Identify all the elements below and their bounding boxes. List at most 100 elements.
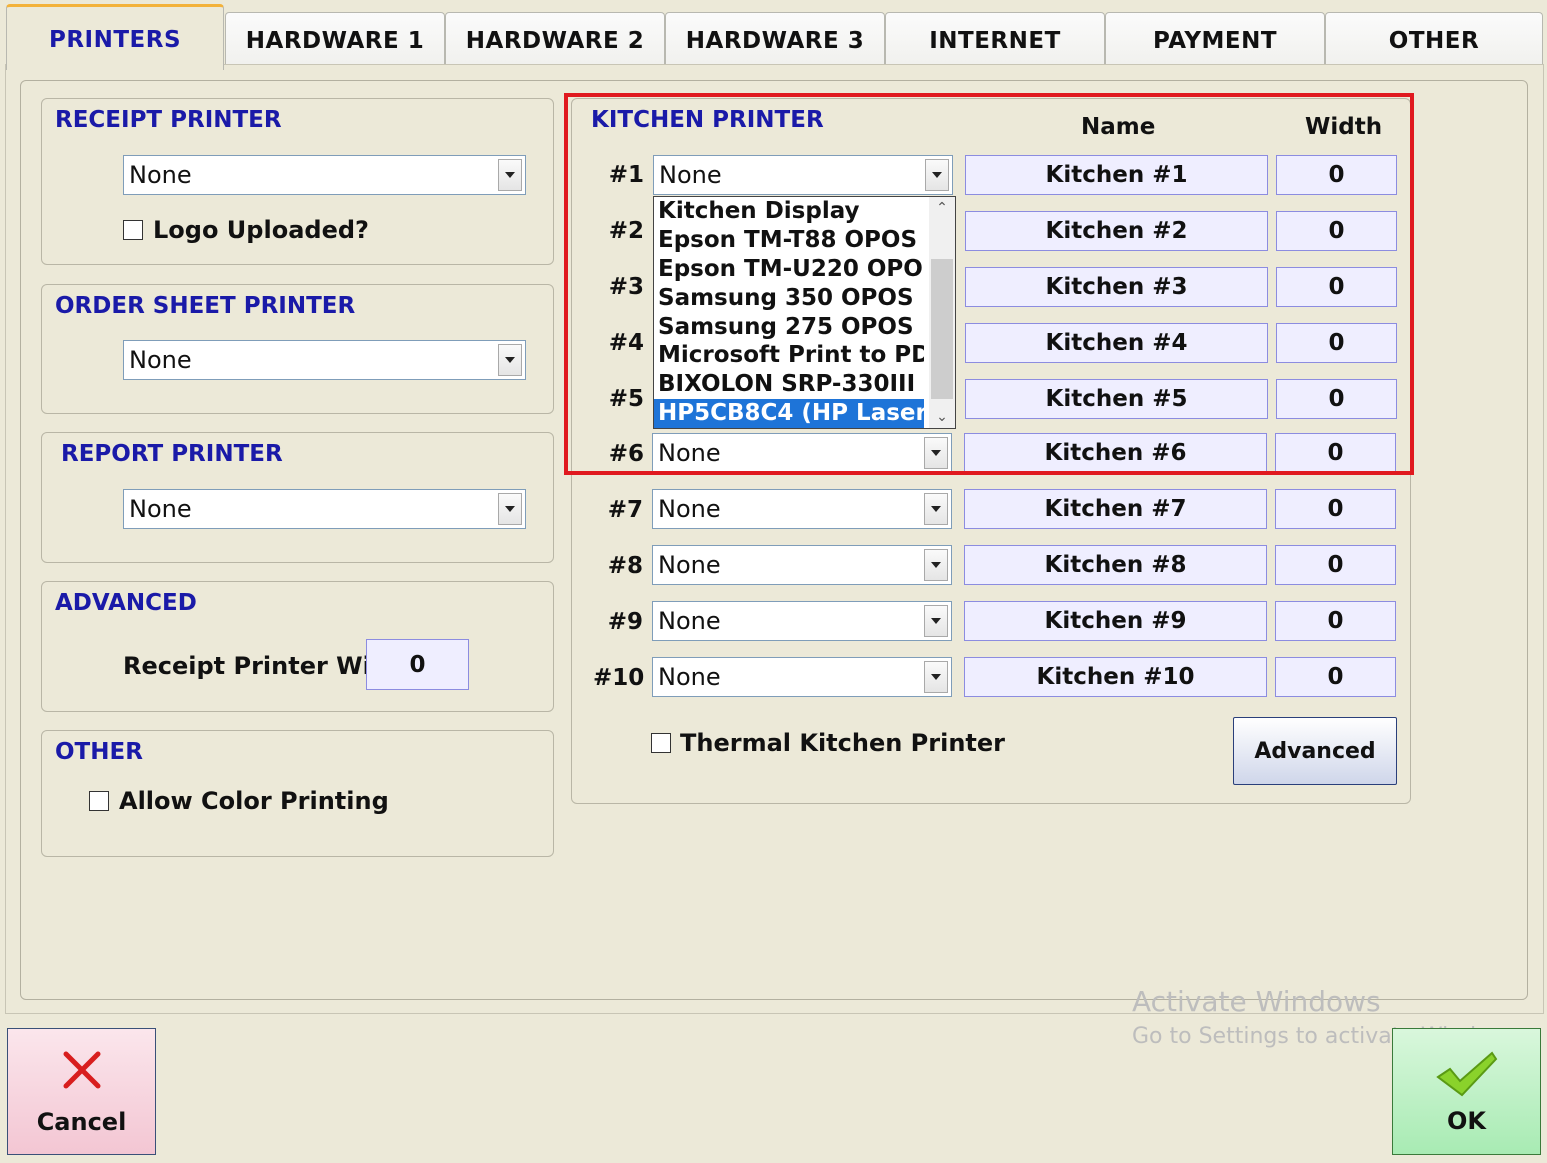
- kitchen-printer-8-select[interactable]: None: [652, 545, 952, 585]
- row-number: #3: [608, 274, 644, 300]
- kitchen-width-9-input[interactable]: 0: [1275, 601, 1396, 641]
- dropdown-option[interactable]: Epson TM-T88 OPOS: [654, 226, 924, 255]
- chevron-down-icon[interactable]: ⌄: [929, 406, 955, 428]
- kitchen-width-10-input[interactable]: 0: [1275, 657, 1396, 697]
- kitchen-name-4-input[interactable]: Kitchen #4: [965, 323, 1268, 363]
- row-number: #7: [607, 497, 643, 523]
- chevron-down-icon[interactable]: [924, 661, 948, 693]
- receipt-printer-title: RECEIPT PRINTER: [55, 107, 282, 133]
- row-number: #6: [608, 441, 644, 467]
- kitchen-name-1-input[interactable]: Kitchen #1: [965, 155, 1268, 195]
- kitchen-printer-title: KITCHEN PRINTER: [591, 107, 824, 133]
- receipt-printer-value: None: [129, 161, 192, 189]
- chevron-down-icon[interactable]: [498, 493, 522, 525]
- logo-uploaded-label: Logo Uploaded?: [153, 216, 369, 244]
- dropdown-scrollbar[interactable]: ⌃ ⌄: [929, 197, 955, 428]
- tab-hardware-2[interactable]: HARDWARE 2: [445, 12, 665, 68]
- chevron-down-icon[interactable]: [924, 437, 948, 469]
- kitchen-printer-dropdown-list[interactable]: Kitchen Display Epson TM-T88 OPOS Epson …: [653, 196, 956, 429]
- kitchen-printer-9-select[interactable]: None: [652, 601, 952, 641]
- tab-hardware-1[interactable]: HARDWARE 1: [225, 12, 445, 68]
- ok-label: OK: [1447, 1106, 1486, 1135]
- receipt-printer-select[interactable]: None: [123, 155, 526, 195]
- row-number: #10: [593, 665, 645, 691]
- kitchen-name-5-input[interactable]: Kitchen #5: [965, 379, 1268, 419]
- thermal-kitchen-printer-checkbox[interactable]: [651, 733, 671, 753]
- checkmark-icon: [1435, 1050, 1497, 1096]
- allow-color-printing-checkbox[interactable]: [89, 791, 109, 811]
- dropdown-option-selected[interactable]: HP5CB8C4 (HP LaserJet: [654, 399, 924, 429]
- dropdown-option[interactable]: Epson TM-U220 OPOS: [654, 255, 924, 284]
- chevron-up-icon[interactable]: ⌃: [929, 197, 955, 219]
- kitchen-printer-10-value: None: [658, 663, 721, 691]
- kitchen-printer-8-value: None: [658, 551, 721, 579]
- kitchen-width-4-input[interactable]: 0: [1276, 323, 1397, 363]
- kitchen-name-8-input[interactable]: Kitchen #8: [964, 545, 1267, 585]
- kitchen-width-5-input[interactable]: 0: [1276, 379, 1397, 419]
- report-printer-title: REPORT PRINTER: [61, 441, 283, 467]
- row-number: #9: [607, 609, 643, 635]
- ok-button[interactable]: OK: [1392, 1028, 1541, 1155]
- scrollbar-thumb[interactable]: [931, 259, 953, 399]
- chevron-down-icon[interactable]: [925, 159, 949, 191]
- name-column-header: Name: [1081, 114, 1156, 140]
- order-sheet-printer-value: None: [129, 346, 192, 374]
- tab-other[interactable]: OTHER: [1325, 12, 1543, 68]
- row-number: #4: [608, 330, 644, 356]
- kitchen-printer-1-value: None: [659, 161, 722, 189]
- kitchen-name-2-input[interactable]: Kitchen #2: [965, 211, 1268, 251]
- kitchen-width-7-input[interactable]: 0: [1275, 489, 1396, 529]
- advanced-title: ADVANCED: [55, 590, 197, 616]
- report-printer-select[interactable]: None: [123, 489, 526, 529]
- kitchen-printer-10-select[interactable]: None: [652, 657, 952, 697]
- row-number: #2: [608, 218, 644, 244]
- kitchen-width-3-input[interactable]: 0: [1276, 267, 1397, 307]
- allow-color-printing-label: Allow Color Printing: [119, 787, 389, 815]
- kitchen-name-3-input[interactable]: Kitchen #3: [965, 267, 1268, 307]
- order-sheet-printer-title: ORDER SHEET PRINTER: [55, 293, 356, 319]
- chevron-down-icon[interactable]: [498, 159, 522, 191]
- report-printer-value: None: [129, 495, 192, 523]
- activate-windows-title: Activate Windows: [1132, 985, 1381, 1018]
- cancel-label: Cancel: [36, 1107, 127, 1136]
- kitchen-printer-1-select[interactable]: None: [653, 155, 953, 195]
- dropdown-option[interactable]: BIXOLON SRP-330III: [654, 370, 924, 399]
- kitchen-name-6-input[interactable]: Kitchen #6: [964, 433, 1267, 473]
- tab-internet[interactable]: INTERNET: [885, 12, 1105, 68]
- kitchen-printer-9-value: None: [658, 607, 721, 635]
- kitchen-printer-7-select[interactable]: None: [652, 489, 952, 529]
- thermal-kitchen-printer-label: Thermal Kitchen Printer: [680, 729, 1006, 757]
- dropdown-option[interactable]: Microsoft Print to PDF: [654, 341, 924, 370]
- kitchen-name-9-input[interactable]: Kitchen #9: [964, 601, 1267, 641]
- dropdown-option[interactable]: Samsung 350 OPOS: [654, 284, 924, 313]
- kitchen-printer-7-value: None: [658, 495, 721, 523]
- tab-hardware-3[interactable]: HARDWARE 3: [665, 12, 885, 68]
- row-number: #1: [608, 162, 644, 188]
- kitchen-width-8-input[interactable]: 0: [1275, 545, 1396, 585]
- dropdown-option[interactable]: Kitchen Display: [654, 197, 924, 226]
- tab-payment[interactable]: PAYMENT: [1105, 12, 1325, 68]
- kitchen-name-7-input[interactable]: Kitchen #7: [964, 489, 1267, 529]
- chevron-down-icon[interactable]: [924, 605, 948, 637]
- kitchen-width-2-input[interactable]: 0: [1276, 211, 1397, 251]
- chevron-down-icon[interactable]: [924, 549, 948, 581]
- advanced-button[interactable]: Advanced: [1233, 717, 1397, 785]
- close-icon: [63, 1051, 100, 1088]
- chevron-down-icon[interactable]: [924, 493, 948, 525]
- order-sheet-printer-select[interactable]: None: [123, 340, 526, 380]
- tab-bar: PRINTERS HARDWARE 1 HARDWARE 2 HARDWARE …: [6, 4, 1543, 70]
- tab-printers[interactable]: PRINTERS: [6, 4, 224, 70]
- receipt-printer-width-input[interactable]: 0: [366, 639, 469, 690]
- dropdown-option[interactable]: Samsung 275 OPOS: [654, 313, 924, 342]
- row-number: #8: [607, 553, 643, 579]
- logo-uploaded-checkbox[interactable]: [123, 220, 143, 240]
- kitchen-width-6-input[interactable]: 0: [1275, 433, 1396, 473]
- kitchen-width-1-input[interactable]: 0: [1276, 155, 1397, 195]
- row-number: #5: [608, 386, 644, 412]
- kitchen-printer-6-select[interactable]: None: [652, 433, 952, 473]
- kitchen-printer-6-value: None: [658, 439, 721, 467]
- chevron-down-icon[interactable]: [498, 344, 522, 376]
- cancel-button[interactable]: Cancel: [7, 1028, 156, 1155]
- kitchen-name-10-input[interactable]: Kitchen #10: [964, 657, 1267, 697]
- width-column-header: Width: [1305, 114, 1383, 140]
